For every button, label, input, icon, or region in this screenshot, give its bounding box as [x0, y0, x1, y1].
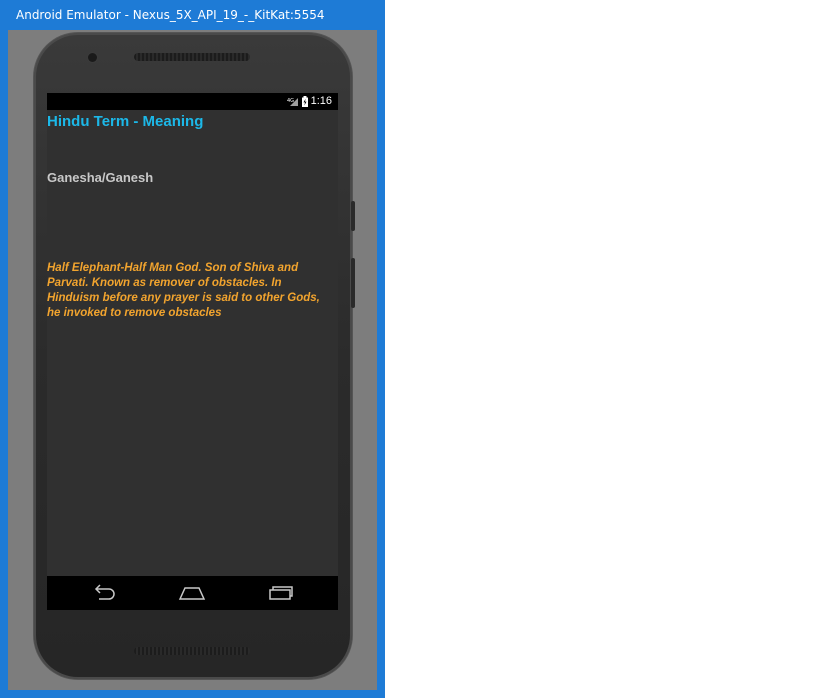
home-icon[interactable]	[178, 584, 206, 602]
status-bar: 4G 1:16	[47, 93, 338, 110]
power-button[interactable]	[351, 258, 355, 308]
window-title: Android Emulator - Nexus_5X_API_19_-_Kit…	[16, 8, 325, 22]
device-screen[interactable]: 4G 1:16 Hindu Term - Meaning Ganesha/Gan…	[47, 93, 338, 610]
battery-icon	[301, 96, 308, 107]
bottom-speaker	[134, 647, 250, 655]
navigation-bar	[47, 576, 338, 610]
volume-button[interactable]	[351, 201, 355, 231]
signal-icon: 4G	[287, 98, 298, 106]
back-icon[interactable]	[91, 584, 117, 602]
top-speaker	[134, 53, 250, 61]
front-camera-icon	[88, 53, 97, 62]
clock: 1:16	[310, 95, 332, 107]
app-title: Hindu Term - Meaning	[47, 113, 204, 130]
meaning-text: Half Elephant-Half Man God. Son of Shiva…	[47, 262, 320, 319]
term-label: Ganesha/Ganesh	[47, 170, 154, 185]
recent-apps-icon[interactable]	[268, 584, 294, 602]
emulator-window: Android Emulator - Nexus_5X_API_19_-_Kit…	[0, 0, 385, 698]
